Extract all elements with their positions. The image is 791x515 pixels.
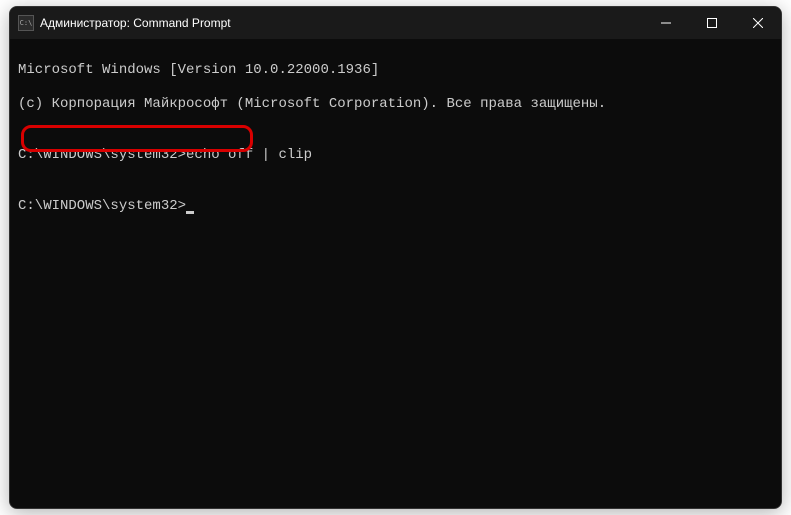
cmd-icon: C:\	[18, 15, 34, 31]
maximize-icon	[707, 18, 717, 28]
close-button[interactable]	[735, 7, 781, 39]
terminal-output[interactable]: Microsoft Windows [Version 10.0.22000.19…	[10, 39, 781, 508]
current-prompt-line: C:\WINDOWS\system32>	[18, 198, 773, 215]
titlebar[interactable]: C:\ Администратор: Command Prompt	[10, 7, 781, 39]
minimize-button[interactable]	[643, 7, 689, 39]
prompt-text: C:\WINDOWS\system32>	[18, 147, 186, 163]
window-controls	[643, 7, 781, 39]
output-line: Microsoft Windows [Version 10.0.22000.19…	[18, 62, 773, 79]
prompt-text: C:\WINDOWS\system32>	[18, 198, 186, 214]
minimize-icon	[661, 18, 671, 28]
text-cursor	[186, 211, 194, 214]
command-text: echo off | clip	[186, 147, 312, 163]
maximize-button[interactable]	[689, 7, 735, 39]
command-prompt-window: C:\ Администратор: Command Prompt Micros…	[9, 6, 782, 509]
output-line: C:\WINDOWS\system32>echo off | clip	[18, 147, 773, 164]
titlebar-left: C:\ Администратор: Command Prompt	[18, 15, 231, 31]
close-icon	[753, 18, 763, 28]
window-title: Администратор: Command Prompt	[40, 16, 231, 30]
output-line: (c) Корпорация Майкрософт (Microsoft Cor…	[18, 96, 773, 113]
